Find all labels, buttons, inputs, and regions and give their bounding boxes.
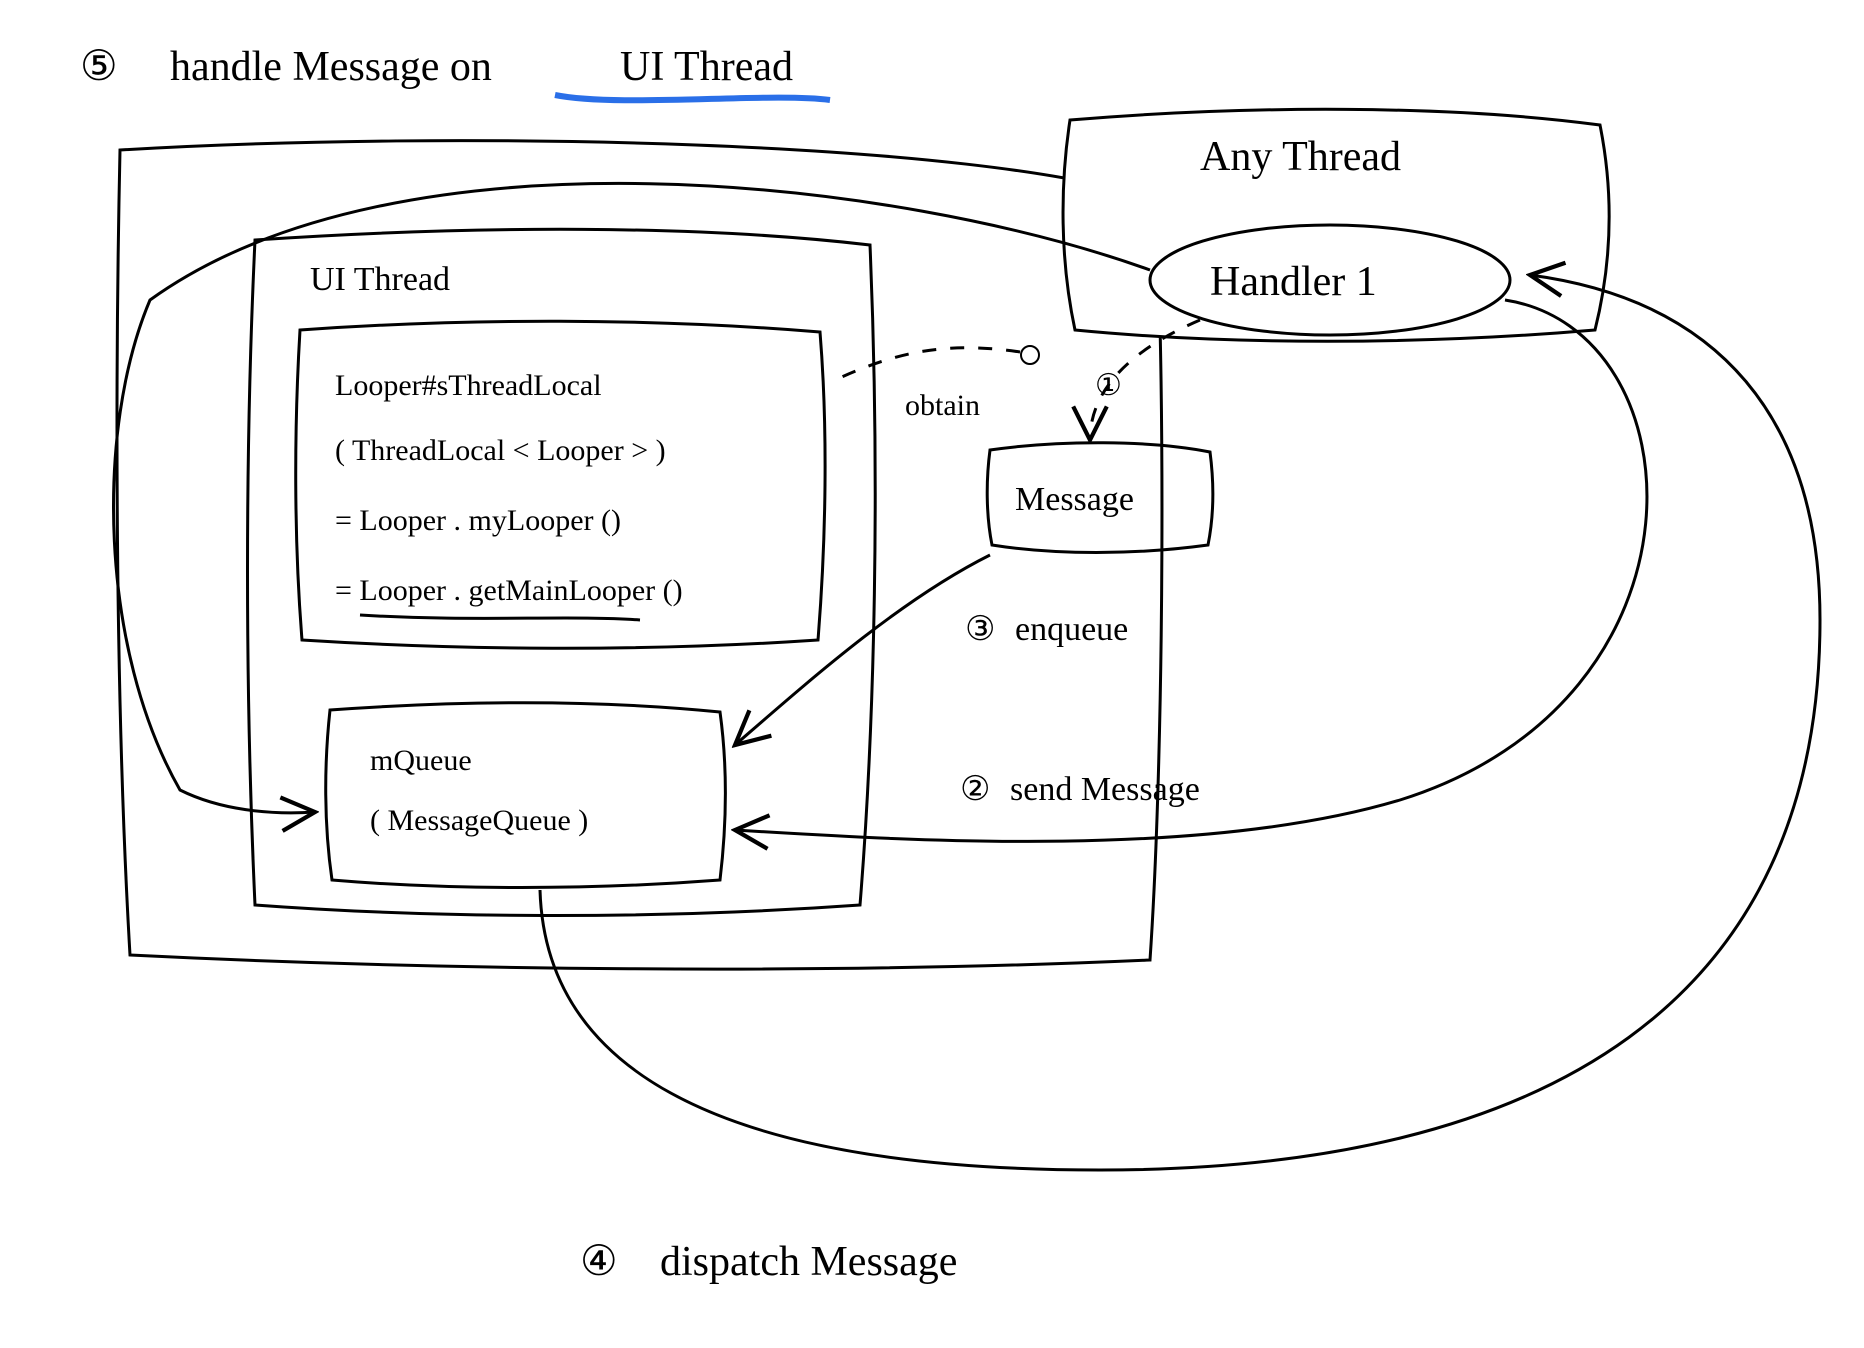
step1-marker: ① — [1095, 369, 1122, 402]
mqueue-line2: ( MessageQueue ) — [370, 804, 588, 837]
mainlooper-underline — [360, 615, 640, 620]
looper-line3: = Looper . myLooper () — [335, 504, 621, 537]
step2-label: send Message — [1010, 771, 1200, 808]
any-thread-label: Any Thread — [1200, 134, 1401, 180]
obtain-label: obtain — [905, 389, 980, 422]
step-5-marker: ⑤ — [80, 44, 118, 90]
handler-label: Handler 1 — [1210, 259, 1377, 305]
arrow-obtain-tail — [835, 348, 1020, 380]
obtain-dot — [1021, 346, 1039, 364]
step4-label: dispatch Message — [660, 1239, 957, 1285]
mqueue-line1: mQueue — [370, 744, 472, 777]
arrow-handlemessage — [114, 183, 1150, 812]
arrow-sendmessage — [735, 300, 1647, 841]
looper-line1: Looper#sThreadLocal — [335, 369, 602, 402]
step3-label: enqueue — [1015, 611, 1128, 648]
step3-marker: ③ — [965, 611, 995, 648]
step4-marker: ④ — [580, 1239, 618, 1285]
title-part1: handle Message on — [170, 44, 492, 90]
looper-line2: ( ThreadLocal < Looper > ) — [335, 434, 666, 467]
step2-marker: ② — [960, 771, 990, 808]
message-label: Message — [1015, 481, 1134, 518]
outer-container — [117, 141, 1162, 969]
arrow-enqueue — [735, 555, 990, 745]
mqueue-box — [326, 703, 726, 888]
arrow-dispatch — [540, 275, 1820, 1170]
title-underline — [555, 95, 830, 100]
looper-line4: = Looper . getMainLooper () — [335, 574, 683, 607]
ui-thread-label: UI Thread — [310, 261, 450, 298]
title-part2: UI Thread — [620, 44, 793, 90]
